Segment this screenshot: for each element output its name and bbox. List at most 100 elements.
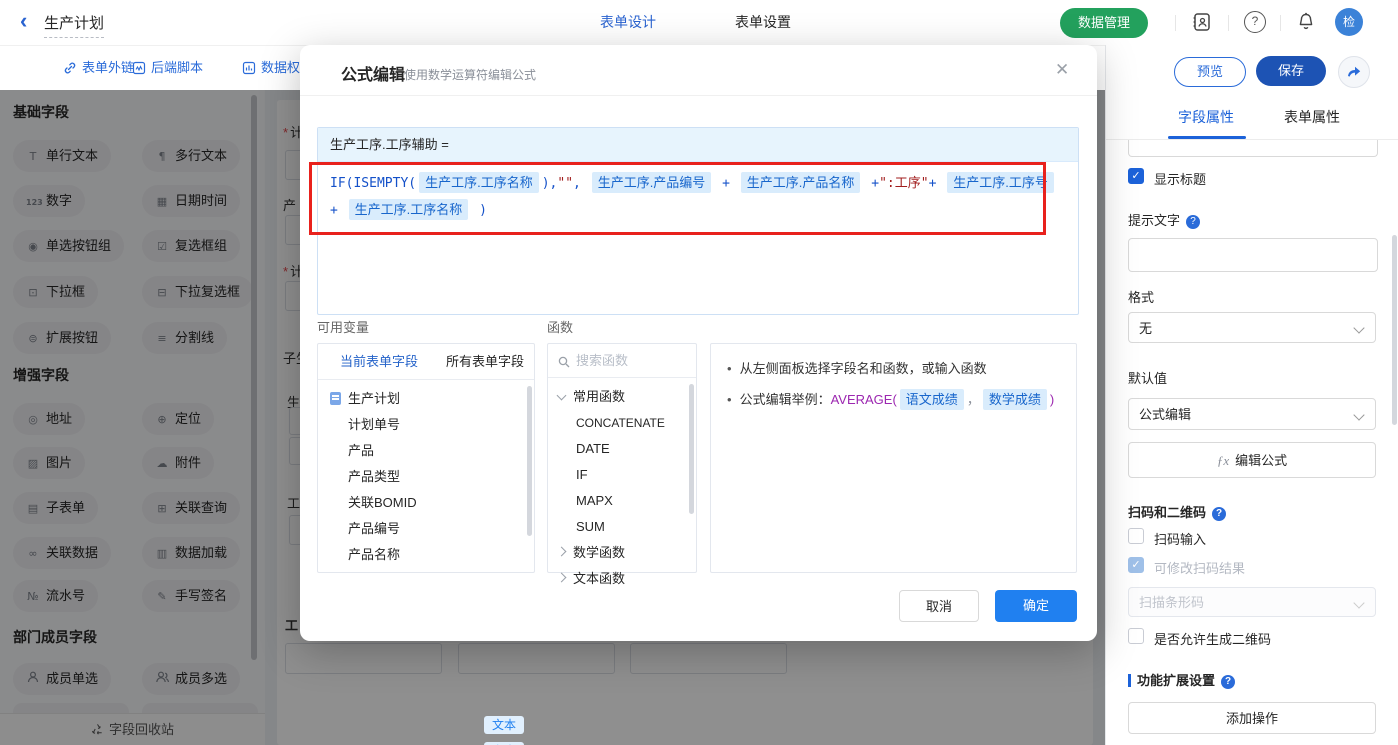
app-root: 基础字段 T 单行文本 ¶ 多行文本 123 数字 ▦ 日期时间 ◉ 单选按钮组 ☑ 复选框… <box>0 0 1398 745</box>
function-group-math[interactable]: 数学函数 <box>556 540 625 566</box>
variable-row[interactable]: 产品类型 <box>348 464 400 490</box>
cancel-button[interactable]: 取消 <box>899 590 979 622</box>
contacts-icon[interactable] <box>1191 11 1213 33</box>
chevron-right-icon <box>556 572 567 583</box>
properties-panel: 预览 保存 字段属性 表单属性 ✓ 显示标题 提示文字? 格式 无 默认值 公式… <box>1105 45 1398 745</box>
format-select[interactable]: 无 <box>1128 312 1376 343</box>
help-icon[interactable]: ? <box>1244 11 1266 33</box>
example-token: 语文成绩 <box>899 389 964 410</box>
function-item[interactable]: CONCATENATE <box>576 410 665 436</box>
formula-editor-modal: 公式编辑 使用数学运算符编辑公式 ✕ 生产工序.工序辅助 = IF(ISEMPT… <box>300 45 1097 745</box>
link-icon <box>64 62 76 74</box>
function-group-common[interactable]: 常用函数 <box>556 384 625 410</box>
field-token: 生产工序.工序名称 <box>348 199 469 220</box>
notification-bell-icon[interactable] <box>1295 11 1317 33</box>
add-action-button[interactable]: 添加操作 <box>1128 702 1376 734</box>
default-value-select[interactable]: 公式编辑 <box>1128 398 1376 430</box>
function-item[interactable]: SUM <box>576 514 605 540</box>
field-token: 生产工序.工序名称 <box>419 172 539 193</box>
example-token: 数学成绩 <box>982 389 1047 410</box>
variables-tabs: 当前表单字段 所有表单字段 <box>318 344 534 380</box>
variable-row[interactable]: 产品 <box>348 438 374 464</box>
scan-input-checkbox[interactable] <box>1128 528 1144 544</box>
modal-title: 公式编辑 <box>341 67 406 84</box>
function-item[interactable]: IF <box>576 462 588 488</box>
chevron-down-icon <box>1353 322 1365 334</box>
header-divider <box>1175 15 1176 31</box>
allow-qr-checkbox[interactable] <box>1128 628 1144 644</box>
tab-form-settings[interactable]: 表单设置 <box>735 0 791 45</box>
function-search[interactable]: 搜索函数 <box>548 344 696 378</box>
title-input-partial[interactable] <box>1128 140 1378 157</box>
user-avatar[interactable]: 检 <box>1335 8 1363 36</box>
tip-line: • 从左侧面板选择字段名和函数，或输入函数 <box>727 361 987 376</box>
variable-row[interactable]: 产品名称 <box>348 542 400 568</box>
formula-editor-box: 生产工序.工序辅助 = IF(ISEMPTY(生产工序.工序名称),"", 生产… <box>317 127 1079 315</box>
hint-text-label: 提示文字? <box>1128 210 1201 229</box>
properties-scrollbar[interactable] <box>1392 235 1397 425</box>
extension-help-icon[interactable]: ? <box>1221 675 1236 689</box>
variables-label: 可用变量 <box>317 320 370 335</box>
example-function: AVERAGE( <box>830 392 897 407</box>
tip-example-line: • 公式编辑举例：AVERAGE(语文成绩，数学成绩) <box>727 389 1060 410</box>
page-title[interactable]: 生产计划 <box>44 12 105 38</box>
close-icon[interactable]: ✕ <box>1055 60 1069 80</box>
tab-all-form-fields[interactable]: 所有表单字段 <box>446 344 524 380</box>
header-divider <box>1280 15 1281 31</box>
header-divider <box>1228 15 1229 31</box>
functions-panel: 搜索函数 常用函数 CONCATENATE DATE IF MAPX SUM 数… <box>547 343 697 586</box>
tab-form-properties[interactable]: 表单属性 <box>1284 107 1340 127</box>
scan-input-label: 扫码输入 <box>1154 532 1207 547</box>
chevron-down-icon <box>556 390 567 401</box>
function-group-text[interactable]: 文本函数 <box>556 566 625 592</box>
save-button[interactable]: 保存 <box>1256 56 1326 86</box>
chevron-down-icon <box>1353 409 1365 421</box>
scan-mode-select[interactable]: 扫描条形码 <box>1128 587 1376 617</box>
variables-panel: 当前表单字段 所有表单字段 生产计划 计划单号文本 产品文本 产品类型文本 关联… <box>317 343 535 745</box>
tree-root-form[interactable]: 生产计划 <box>330 386 400 412</box>
function-item[interactable]: MAPX <box>576 488 613 514</box>
search-placeholder: 搜索函数 <box>576 353 629 368</box>
default-value-label: 默认值 <box>1128 371 1168 386</box>
data-manage-button[interactable]: 数据管理 <box>1060 8 1149 38</box>
functions-label: 函数 <box>547 320 574 335</box>
chevron-right-icon <box>556 546 567 557</box>
data-permission-icon <box>242 61 256 75</box>
scan-modifiable-checkbox[interactable]: ✓ <box>1128 557 1144 573</box>
tab-current-form-fields[interactable]: 当前表单字段 <box>340 344 418 380</box>
form-external-link[interactable]: 表单外链 <box>63 45 134 90</box>
variable-row[interactable]: 关联BOMID <box>348 490 417 516</box>
fx-icon: ƒx <box>1216 453 1230 468</box>
hint-help-icon[interactable]: ? <box>1186 215 1201 229</box>
edit-formula-button[interactable]: ƒx 编辑公式 <box>1128 442 1376 478</box>
share-arrow-icon <box>1348 66 1361 77</box>
scan-help-icon[interactable]: ? <box>1212 507 1227 521</box>
modal-header-divider <box>300 95 1097 96</box>
formula-code-area[interactable]: IF(ISEMPTY(生产工序.工序名称),"", 生产工序.产品编号 + 生产… <box>318 162 1078 314</box>
back-icon[interactable]: ‹ <box>20 8 27 34</box>
scan-section-title: 扫码和二维码? <box>1128 502 1227 521</box>
formula-tips-panel: • 从左侧面板选择字段名和函数，或输入函数 • 公式编辑举例：AVERAGE(语文成… <box>710 343 1077 573</box>
variable-row[interactable]: 计划单号 <box>348 412 400 438</box>
formula-target: 生产工序.工序辅助 = <box>318 128 1078 162</box>
tab-field-properties[interactable]: 字段属性 <box>1178 107 1234 127</box>
field-token: 生产工序.产品编号 <box>591 172 712 193</box>
variables-scrollbar[interactable] <box>527 386 532 536</box>
modal-subtitle: 使用数学运算符编辑公式 <box>404 68 537 82</box>
allow-qr-label: 是否允许生成二维码 <box>1154 632 1272 647</box>
app-header: ‹ 生产计划 表单设计 表单设置 数据管理 ? 检 <box>0 0 1398 46</box>
function-item[interactable]: DATE <box>576 436 610 462</box>
backend-script-link[interactable]: 后端脚本 <box>132 45 203 90</box>
chevron-down-icon <box>1353 597 1365 609</box>
show-title-checkbox[interactable]: ✓ <box>1128 168 1144 184</box>
variable-row[interactable]: 产品编号 <box>348 516 400 542</box>
functions-scrollbar[interactable] <box>689 384 694 514</box>
section-bar <box>1128 674 1131 687</box>
confirm-button[interactable]: 确定 <box>995 590 1077 622</box>
form-doc-icon <box>330 392 341 405</box>
preview-button[interactable]: 预览 <box>1174 57 1246 87</box>
search-icon <box>558 356 570 368</box>
tab-form-design[interactable]: 表单设计 <box>600 0 656 45</box>
share-button[interactable] <box>1338 56 1370 88</box>
hint-text-input[interactable] <box>1128 238 1378 272</box>
